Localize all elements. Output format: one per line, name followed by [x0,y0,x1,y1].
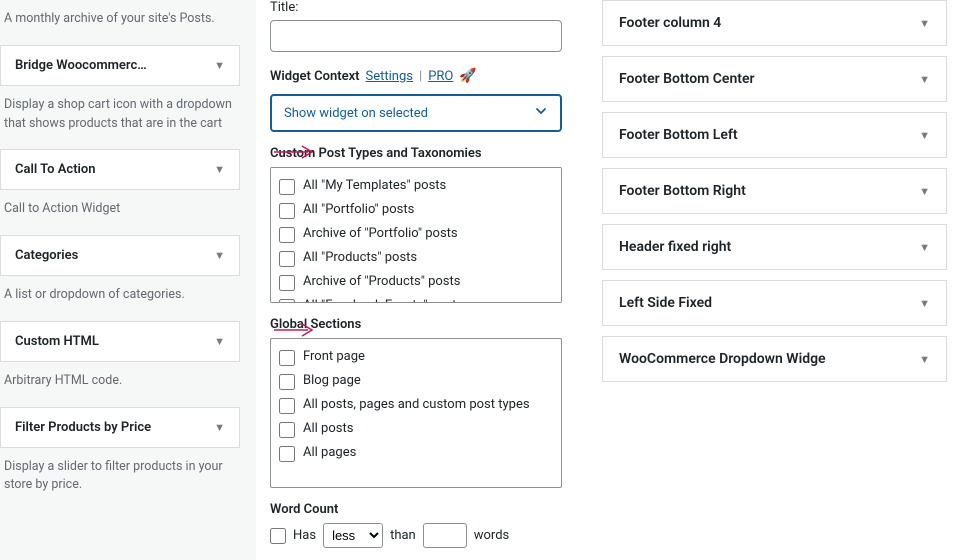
cpt-checkbox-row[interactable]: All "Facebook Events" posts [279,298,553,303]
cpt-checkbox-row[interactable]: All "Products" posts [279,250,553,267]
caret-down-icon: ▼ [214,421,225,434]
cpt-checkbox-row[interactable]: Archive of "Products" posts [279,274,553,291]
caret-down-icon: ▼ [919,297,930,310]
visibility-select[interactable]: Show widget on selected [270,94,562,132]
sidebar-area-title: Header fixed right [619,239,731,255]
global-checkbox-row[interactable]: All posts [279,421,553,438]
annotation-arrow-icon [272,321,316,343]
checkbox[interactable] [279,275,295,291]
compare-select[interactable]: less more [323,523,383,548]
rocket-icon: 🚀 [459,68,476,84]
sidebar-area-footer-bottom-right[interactable]: Footer Bottom Right ▼ [602,168,947,214]
caret-down-icon: ▼ [214,249,225,262]
cpt-checkbox-row[interactable]: Archive of "Portfolio" posts [279,226,553,243]
than-label: than [390,528,416,543]
global-checkbox-row[interactable]: All posts, pages and custom post types [279,397,553,414]
sidebar-area-header-fixed-right[interactable]: Header fixed right ▼ [602,224,947,270]
checkbox[interactable] [279,422,295,438]
widget-title: Call To Action [15,162,96,177]
sidebar-area-footer-bottom-left[interactable]: Footer Bottom Left ▼ [602,112,947,158]
global-checkbox-row[interactable]: Front page [279,349,553,366]
caret-down-icon: ▼ [919,241,930,254]
sidebar-area-title: Footer Bottom Center [619,71,755,87]
link-divider: | [419,69,422,84]
sidebar-area-title: Footer Bottom Left [619,127,738,143]
widget-context-label: Widget Context [270,69,360,84]
checkbox[interactable] [279,251,295,267]
sidebar-area-title: Footer column 4 [619,15,721,31]
checkbox[interactable] [279,299,295,303]
title-input[interactable] [270,20,562,52]
widget-description: Display a shop cart icon with a dropdown… [0,86,240,140]
sidebar-area-title: Footer Bottom Right [619,183,746,199]
widget-settings-column: Title: Widget Context Settings | PRO 🚀 S… [256,0,576,560]
sidebar-area-footer-bottom-center[interactable]: Footer Bottom Center ▼ [602,56,947,102]
widget-filter-products-price[interactable]: Filter Products by Price ▼ [0,407,240,448]
widget-description: A list or dropdown of categories. [0,276,240,311]
pro-link[interactable]: PRO [428,69,453,84]
checkbox[interactable] [279,446,295,462]
caret-down-icon: ▼ [214,59,225,72]
wordcount-section-title: Word Count [270,502,562,517]
widget-custom-html[interactable]: Custom HTML ▼ [0,321,240,362]
widget-description: Display a slider to filter products in y… [0,448,240,502]
wordcount-checkbox[interactable] [270,528,286,544]
sidebar-area-woocommerce-dropdown[interactable]: WooCommerce Dropdown Widge ▼ [602,336,947,382]
checkbox[interactable] [279,398,295,414]
caret-down-icon: ▼ [919,73,930,86]
checkbox[interactable] [279,227,295,243]
widget-title: Bridge Woocommerc… [15,58,147,73]
wordcount-input[interactable] [423,523,467,548]
chevron-down-icon [534,104,548,122]
widget-bridge-woocommerce[interactable]: Bridge Woocommerc… ▼ [0,45,240,86]
caret-down-icon: ▼ [214,335,225,348]
available-widgets-column: A monthly archive of your site's Posts. … [0,0,256,560]
has-label: Has [293,528,316,543]
widget-title: Filter Products by Price [15,420,151,435]
sidebar-area-title: Left Side Fixed [619,295,712,311]
settings-link[interactable]: Settings [366,69,413,84]
title-label: Title: [270,0,562,15]
caret-down-icon: ▼ [919,17,930,30]
sidebar-area-title: WooCommerce Dropdown Widge [619,351,826,367]
global-checkbox-row[interactable]: All pages [279,445,553,462]
caret-down-icon: ▼ [919,353,930,366]
widget-context-header: Widget Context Settings | PRO 🚀 [270,68,562,84]
visibility-selected-label: Show widget on selected [284,106,428,121]
widget-title: Categories [15,248,78,263]
widget-description: Call to Action Widget [0,190,240,225]
checkbox[interactable] [279,350,295,366]
checkbox[interactable] [279,179,295,195]
wordcount-row: Has less more than words [270,523,562,548]
caret-down-icon: ▼ [214,163,225,176]
widget-call-to-action[interactable]: Call To Action ▼ [0,149,240,190]
caret-down-icon: ▼ [919,129,930,142]
annotation-arrow-icon [272,143,316,165]
checkbox[interactable] [279,374,295,390]
widget-description: A monthly archive of your site's Posts. [0,0,240,35]
global-scroll-box[interactable]: Front page Blog page All posts, pages an… [270,338,562,488]
widget-title: Custom HTML [15,334,99,349]
cpt-checkbox-row[interactable]: All "My Templates" posts [279,178,553,195]
words-label: words [474,528,510,543]
global-checkbox-row[interactable]: Blog page [279,373,553,390]
cpt-scroll-box[interactable]: All "My Templates" posts All "Portfolio"… [270,167,562,303]
cpt-checkbox-row[interactable]: All "Portfolio" posts [279,202,553,219]
caret-down-icon: ▼ [919,185,930,198]
widget-description: Arbitrary HTML code. [0,362,240,397]
sidebar-area-left-side-fixed[interactable]: Left Side Fixed ▼ [602,280,947,326]
widget-categories[interactable]: Categories ▼ [0,235,240,276]
sidebar-areas-column: Footer column 4 ▼ Footer Bottom Center ▼… [576,0,969,560]
sidebar-area-footer-col-4[interactable]: Footer column 4 ▼ [602,0,947,46]
checkbox[interactable] [279,203,295,219]
